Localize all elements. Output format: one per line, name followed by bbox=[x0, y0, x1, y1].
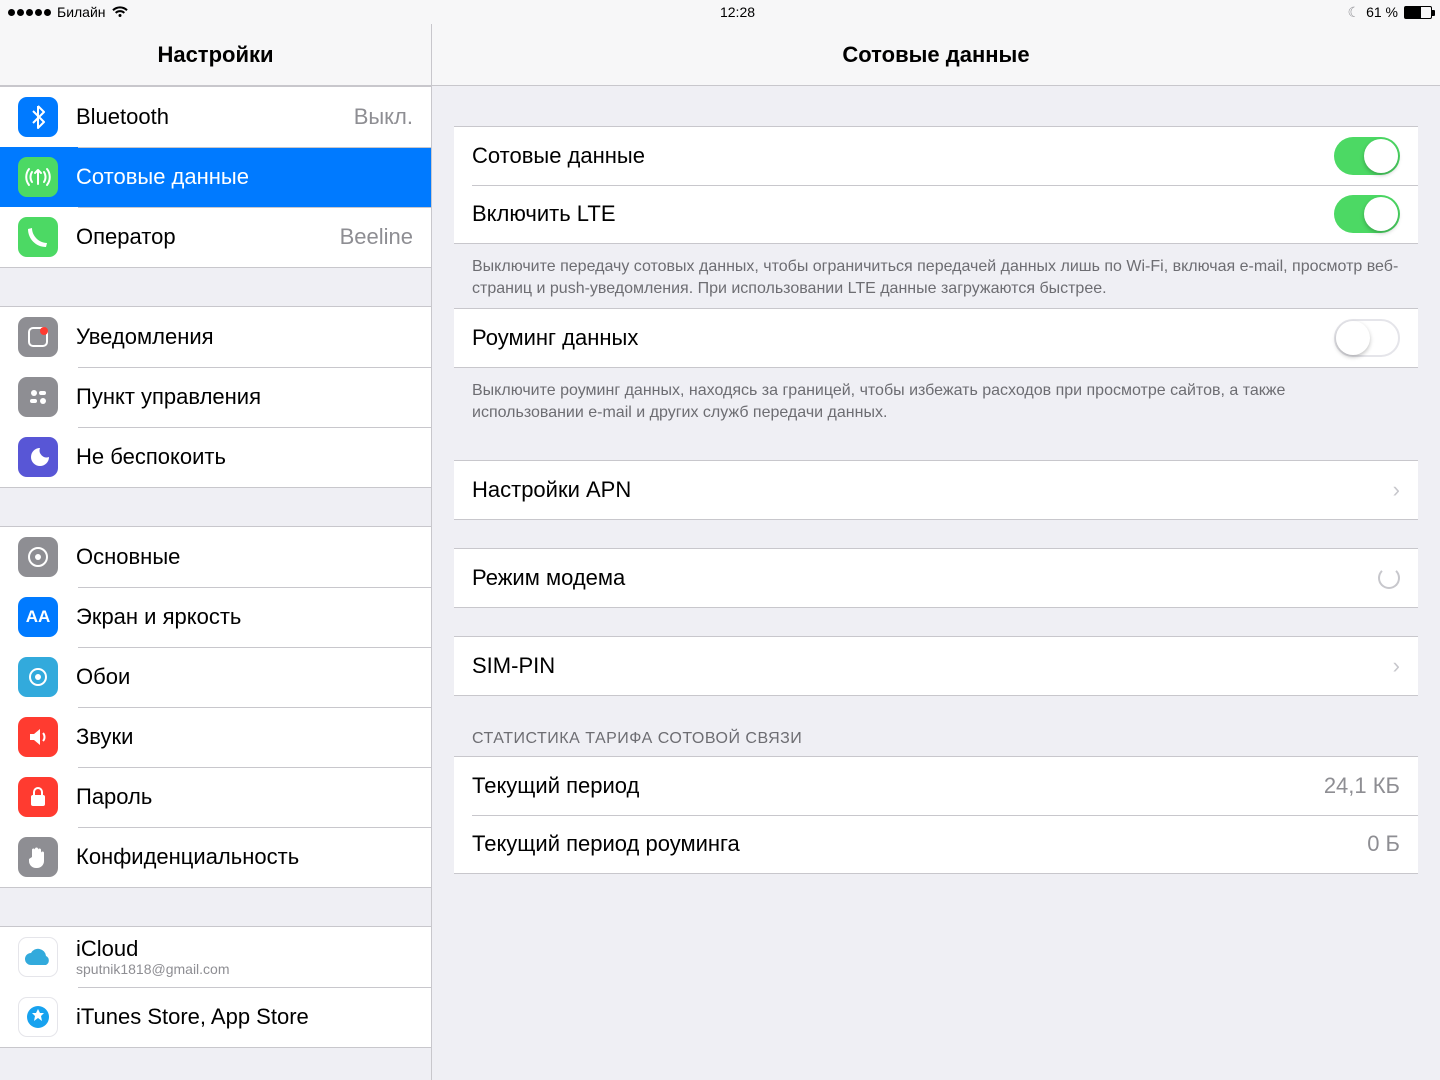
row-label: Роуминг данных bbox=[472, 325, 1334, 351]
row-sim-pin[interactable]: SIM-PIN › bbox=[454, 637, 1418, 695]
lock-icon bbox=[18, 777, 58, 817]
sidebar-item-label: iTunes Store, App Store bbox=[76, 1004, 413, 1030]
toggle-enable-lte[interactable] bbox=[1334, 195, 1400, 233]
chevron-right-icon: › bbox=[1393, 653, 1400, 679]
row-apn-settings[interactable]: Настройки APN › bbox=[454, 461, 1418, 519]
row-label: SIM-PIN bbox=[472, 653, 1383, 679]
stats-section-header: СТАТИСТИКА ТАРИФА СОТОВОЙ СВЯЗИ bbox=[432, 696, 1440, 756]
chevron-right-icon: › bbox=[1393, 477, 1400, 503]
sidebar-item-display[interactable]: AA Экран и яркость bbox=[0, 587, 431, 647]
row-label: Включить LTE bbox=[472, 201, 1334, 227]
row-label: Режим модема bbox=[472, 565, 1378, 591]
sidebar-item-value: Beeline bbox=[340, 224, 413, 250]
row-stats-current: Текущий период 24,1 КБ bbox=[454, 757, 1418, 815]
sidebar-item-control-center[interactable]: Пункт управления bbox=[0, 367, 431, 427]
settings-sidebar: Настройки Bluetooth Выкл. Сотовые данные bbox=[0, 24, 432, 1080]
toggle-data-roaming[interactable] bbox=[1334, 319, 1400, 357]
row-cellular-data[interactable]: Сотовые данные bbox=[454, 127, 1418, 185]
sidebar-item-bluetooth[interactable]: Bluetooth Выкл. bbox=[0, 87, 431, 147]
privacy-hand-icon bbox=[18, 837, 58, 877]
row-label: Сотовые данные bbox=[472, 143, 1334, 169]
sidebar-item-general[interactable]: Основные bbox=[0, 527, 431, 587]
row-label: Настройки APN bbox=[472, 477, 1383, 503]
dnd-icon bbox=[18, 437, 58, 477]
display-icon: AA bbox=[18, 597, 58, 637]
bluetooth-icon bbox=[18, 97, 58, 137]
phone-icon bbox=[18, 217, 58, 257]
sidebar-item-carrier[interactable]: Оператор Beeline bbox=[0, 207, 431, 267]
status-bar: Билайн 12:28 ☾ 61 % bbox=[0, 0, 1440, 24]
signal-dots-icon bbox=[8, 9, 51, 16]
dnd-moon-icon: ☾ bbox=[1348, 4, 1361, 21]
sidebar-item-value: Выкл. bbox=[354, 104, 413, 130]
sidebar-item-itunes[interactable]: iTunes Store, App Store bbox=[0, 987, 431, 1047]
row-personal-hotspot[interactable]: Режим модема bbox=[454, 549, 1418, 607]
sounds-icon bbox=[18, 717, 58, 757]
row-data-roaming[interactable]: Роуминг данных bbox=[454, 309, 1418, 367]
sidebar-item-label: Пункт управления bbox=[76, 384, 413, 410]
loading-spinner-icon bbox=[1378, 567, 1400, 589]
icloud-icon bbox=[18, 937, 58, 977]
row-label: Текущий период bbox=[472, 773, 1324, 799]
cellular-icon bbox=[18, 157, 58, 197]
note-lte: Выключите передачу сотовых данных, чтобы… bbox=[432, 244, 1440, 308]
sidebar-item-label: Конфиденциальность bbox=[76, 844, 413, 870]
control-center-icon bbox=[18, 377, 58, 417]
sidebar-item-label: iCloud bbox=[76, 937, 230, 961]
settings-gear-icon bbox=[18, 537, 58, 577]
notifications-icon bbox=[18, 317, 58, 357]
appstore-icon bbox=[18, 997, 58, 1037]
sidebar-item-label: Сотовые данные bbox=[76, 164, 413, 190]
note-roaming: Выключите роуминг данных, находясь за гр… bbox=[432, 368, 1440, 432]
row-enable-lte[interactable]: Включить LTE bbox=[454, 185, 1418, 243]
sidebar-item-label: Не беспокоить bbox=[76, 444, 413, 470]
sidebar-item-cellular[interactable]: Сотовые данные bbox=[0, 147, 431, 207]
sidebar-item-passcode[interactable]: Пароль bbox=[0, 767, 431, 827]
status-time: 12:28 bbox=[720, 4, 755, 20]
detail-pane: Сотовые данные Сотовые данные Включить L… bbox=[432, 24, 1440, 1080]
detail-title: Сотовые данные bbox=[432, 24, 1440, 86]
sidebar-title: Настройки bbox=[0, 24, 431, 86]
battery-icon bbox=[1404, 6, 1432, 19]
sidebar-item-label: Экран и яркость bbox=[76, 604, 413, 630]
sidebar-item-label: Звуки bbox=[76, 724, 413, 750]
wifi-icon bbox=[112, 6, 128, 18]
sidebar-item-sublabel: sputnik1818@gmail.com bbox=[76, 961, 230, 977]
sidebar-item-privacy[interactable]: Конфиденциальность bbox=[0, 827, 431, 887]
sidebar-item-label: Пароль bbox=[76, 784, 413, 810]
sidebar-item-wallpaper[interactable]: Обои bbox=[0, 647, 431, 707]
sidebar-item-sounds[interactable]: Звуки bbox=[0, 707, 431, 767]
status-carrier: Билайн bbox=[57, 4, 106, 20]
row-stats-roaming: Текущий период роуминга 0 Б bbox=[454, 815, 1418, 873]
row-value: 0 Б bbox=[1367, 831, 1400, 857]
sidebar-item-label: Основные bbox=[76, 544, 413, 570]
sidebar-item-icloud[interactable]: iCloud sputnik1818@gmail.com bbox=[0, 927, 431, 987]
sidebar-item-label: Оператор bbox=[76, 224, 340, 250]
sidebar-item-dnd[interactable]: Не беспокоить bbox=[0, 427, 431, 487]
row-value: 24,1 КБ bbox=[1324, 773, 1400, 799]
sidebar-item-label: Bluetooth bbox=[76, 104, 354, 130]
sidebar-item-label: Уведомления bbox=[76, 324, 413, 350]
sidebar-item-notifications[interactable]: Уведомления bbox=[0, 307, 431, 367]
status-battery-pct: 61 % bbox=[1366, 4, 1398, 20]
toggle-cellular-data[interactable] bbox=[1334, 137, 1400, 175]
wallpaper-icon bbox=[18, 657, 58, 697]
sidebar-item-label: Обои bbox=[76, 664, 413, 690]
row-label: Текущий период роуминга bbox=[472, 831, 1367, 857]
